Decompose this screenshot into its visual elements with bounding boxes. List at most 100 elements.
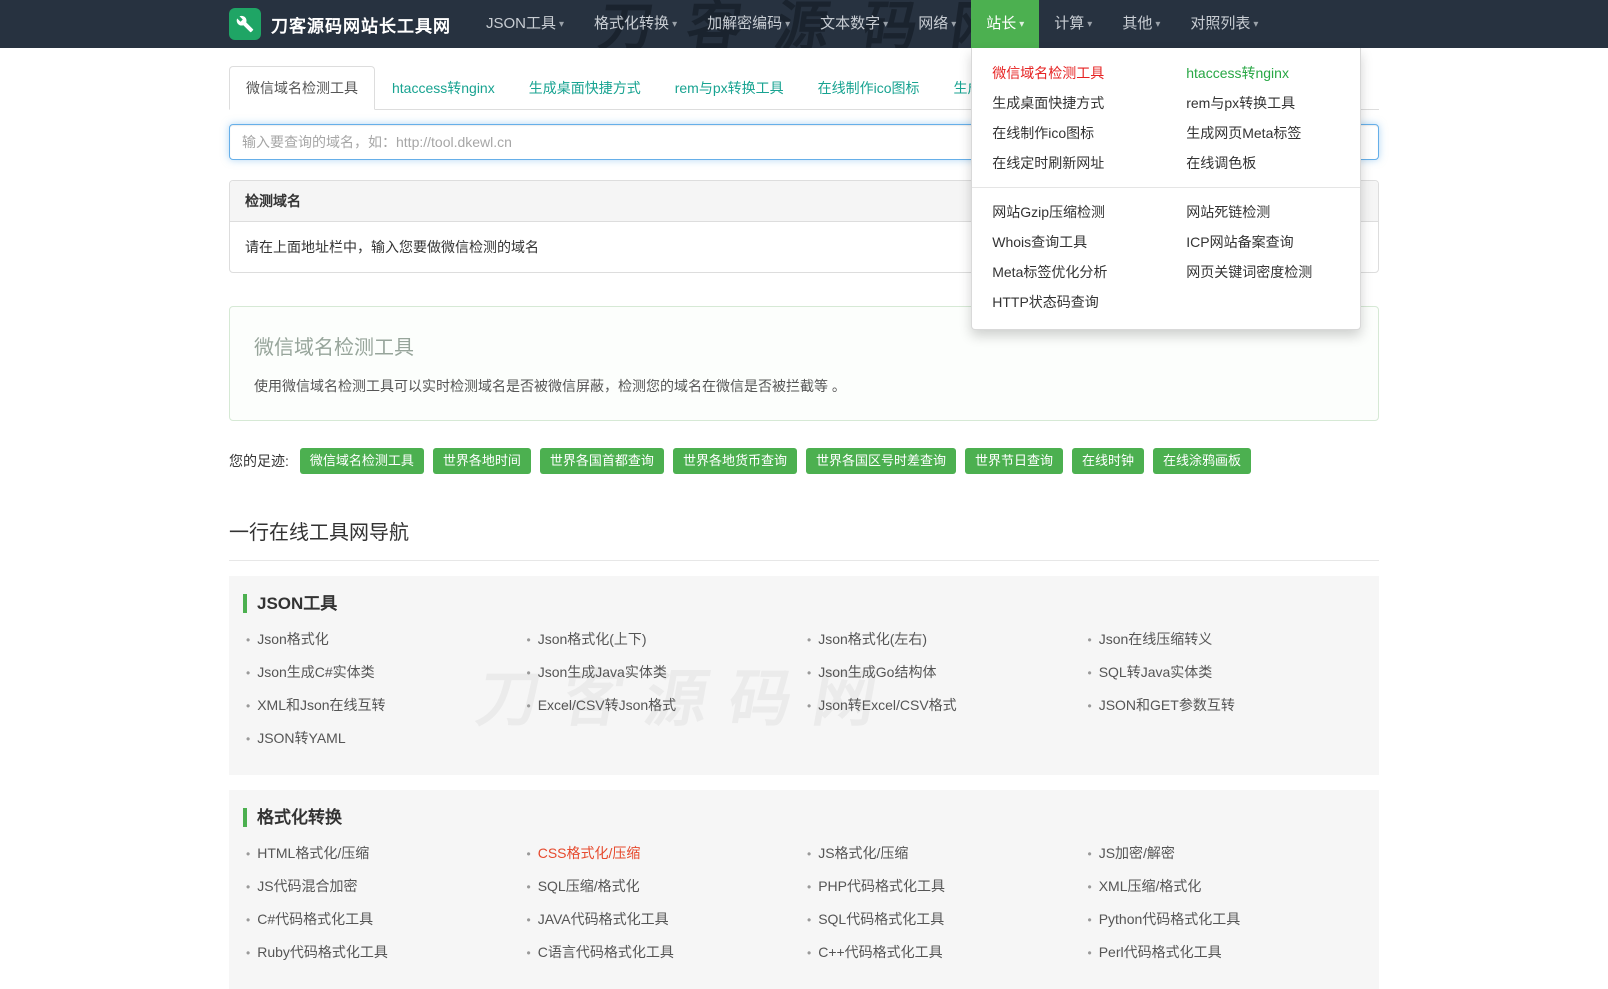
tool-link-Json格式化(左右)[interactable]: •Json格式化(左右) — [804, 623, 1085, 656]
nav-item-加解密编码[interactable]: 加解密编码▾ — [692, 0, 805, 48]
tool-link-C#代码格式化工具[interactable]: • C#代码格式化工具 — [243, 903, 524, 936]
tool-link-JAVA代码格式化工具[interactable]: •JAVA代码格式化工具 — [524, 903, 805, 936]
dropdown-item-网页关键词密度检测[interactable]: 网页关键词密度检测 — [1166, 257, 1360, 287]
section-title: 格式化转换 — [243, 808, 1365, 827]
dropdown-item-htaccess转nginx[interactable]: htaccess转nginx — [1166, 58, 1360, 88]
tool-link-label: Json在线压缩转义 — [1099, 631, 1213, 647]
tool-link-Json格式化(上下)[interactable]: •Json格式化(上下) — [524, 623, 805, 656]
tool-link-Json转Excel/CSV格式[interactable]: •Json转Excel/CSV格式 — [804, 689, 1085, 722]
nav-item-其他[interactable]: 其他▾ — [1107, 0, 1175, 48]
bullet-icon: • — [527, 946, 531, 960]
tool-link-PHP代码格式化工具[interactable]: • PHP代码格式化工具 — [804, 870, 1085, 903]
dropdown-item-在线制作ico图标[interactable]: 在线制作ico图标 — [972, 118, 1166, 148]
tool-link-Excel/CSV转Json格式[interactable]: •Excel/CSV转Json格式 — [524, 689, 805, 722]
tool-link-CSS格式化/压缩[interactable]: •CSS格式化/压缩 — [524, 837, 805, 870]
nav-item-站长[interactable]: 站长▾微信域名检测工具htaccess转nginx生成桌面快捷方式rem与px转… — [971, 0, 1039, 48]
dropdown-item-在线定时刷新网址[interactable]: 在线定时刷新网址 — [972, 148, 1166, 178]
tool-link-Json格式化[interactable]: •Json格式化 — [243, 623, 524, 656]
bullet-icon: • — [1088, 880, 1092, 894]
tool-link-label: PHP代码格式化工具 — [818, 878, 945, 894]
tool-link-C语言代码格式化工具[interactable]: • C语言代码格式化工具 — [524, 936, 805, 969]
bullet-icon: • — [527, 666, 531, 680]
tool-link-label: Json生成C#实体类 — [257, 664, 374, 680]
tab-生成桌面快捷方式[interactable]: 生成桌面快捷方式 — [512, 66, 658, 110]
footprint-button-在线涂鸦画板[interactable]: 在线涂鸦画板 — [1153, 448, 1251, 474]
tool-link-XML和Json在线互转[interactable]: •XML和Json在线互转 — [243, 689, 524, 722]
tool-link-JSON和GET参数互转[interactable]: •JSON和GET参数互转 — [1085, 689, 1366, 722]
tool-link-label: Json格式化(上下) — [538, 631, 647, 647]
tool-link-HTML格式化/压缩[interactable]: •HTML格式化/压缩 — [243, 837, 524, 870]
bullet-icon: • — [246, 913, 250, 927]
tool-link-Perl代码格式化工具[interactable]: •Perl代码格式化工具 — [1085, 936, 1366, 969]
nav-item-对照列表[interactable]: 对照列表▾ — [1175, 0, 1273, 48]
tool-link-SQL转Java实体类[interactable]: •SQL转Java实体类 — [1085, 656, 1366, 689]
dropdown-item-ICP网站备案查询[interactable]: ICP网站备案查询 — [1166, 227, 1360, 257]
tool-link-Ruby代码格式化工具[interactable]: •Ruby代码格式化工具 — [243, 936, 524, 969]
tool-link-Json在线压缩转义[interactable]: • Json在线压缩转义 — [1085, 623, 1366, 656]
nav-item-网络[interactable]: 网络▾ — [903, 0, 971, 48]
dropdown-item-网站Gzip压缩检测[interactable]: 网站Gzip压缩检测 — [972, 197, 1166, 227]
caret-down-icon: ▾ — [559, 19, 564, 30]
section-title: JSON工具 — [243, 594, 1365, 613]
caret-down-icon: ▾ — [1019, 19, 1024, 30]
tool-link-C++代码格式化工具[interactable]: •C++代码格式化工具 — [804, 936, 1085, 969]
bullet-icon: • — [527, 699, 531, 713]
tool-link-Json生成Java实体类[interactable]: •Json生成Java实体类 — [524, 656, 805, 689]
dropdown-group: 微信域名检测工具htaccess转nginx生成桌面快捷方式rem与px转换工具… — [972, 58, 1360, 178]
tool-link-SQL代码格式化工具[interactable]: •SQL代码格式化工具 — [804, 903, 1085, 936]
tool-grid: •HTML格式化/压缩•CSS格式化/压缩•JS格式化/压缩•JS加密/解密•J… — [243, 837, 1365, 969]
dropdown-item-生成网页Meta标签[interactable]: 生成网页Meta标签 — [1166, 118, 1360, 148]
tool-link-label: Python代码格式化工具 — [1099, 911, 1241, 927]
footprint-button-世界各地时间[interactable]: 世界各地时间 — [433, 448, 531, 474]
tool-link-JS加密/解密[interactable]: •JS加密/解密 — [1085, 837, 1366, 870]
bullet-icon: • — [807, 633, 811, 647]
tool-link-SQL压缩/格式化[interactable]: •SQL压缩/格式化 — [524, 870, 805, 903]
tool-link-Json生成Go结构体[interactable]: •Json生成Go结构体 — [804, 656, 1085, 689]
bullet-icon: • — [246, 732, 250, 746]
dropdown-item-Whois查询工具[interactable]: Whois查询工具 — [972, 227, 1166, 257]
tab-htaccess转nginx[interactable]: htaccess转nginx — [375, 66, 512, 110]
caret-down-icon: ▾ — [672, 19, 677, 30]
tool-intro-title: 微信域名检测工具 — [254, 331, 1354, 360]
tool-link-label: Ruby代码格式化工具 — [257, 944, 388, 960]
tab-在线制作ico图标[interactable]: 在线制作ico图标 — [801, 66, 937, 110]
webmaster-dropdown-menu: 微信域名检测工具htaccess转nginx生成桌面快捷方式rem与px转换工具… — [971, 48, 1361, 330]
tab-rem与px转换工具[interactable]: rem与px转换工具 — [658, 66, 801, 110]
bullet-icon: • — [1088, 847, 1092, 861]
tool-link-label: C#代码格式化工具 — [257, 911, 373, 927]
brand[interactable]: 刀客源码网站长工具网 — [229, 0, 471, 48]
footprint-button-微信域名检测工具[interactable]: 微信域名检测工具 — [300, 448, 424, 474]
nav-item-格式化转换[interactable]: 格式化转换▾ — [579, 0, 692, 48]
tool-link-label: C语言代码格式化工具 — [538, 944, 674, 960]
bullet-icon: • — [1088, 633, 1092, 647]
nav-item-计算[interactable]: 计算▾ — [1039, 0, 1107, 48]
bullet-icon: • — [807, 880, 811, 894]
dropdown-item-在线调色板[interactable]: 在线调色板 — [1166, 148, 1360, 178]
dropdown-item-HTTP状态码查询[interactable]: HTTP状态码查询 — [972, 287, 1166, 317]
nav-item-label: JSON工具 — [486, 15, 556, 32]
footprint-button-世界节日查询[interactable]: 世界节日查询 — [965, 448, 1063, 474]
dropdown-item-Meta标签优化分析[interactable]: Meta标签优化分析 — [972, 257, 1166, 287]
dropdown-item-网站死链检测[interactable]: 网站死链检测 — [1166, 197, 1360, 227]
nav-item-JSON工具[interactable]: JSON工具▾ — [471, 0, 579, 48]
footprint-button-世界各国首都查询[interactable]: 世界各国首都查询 — [540, 448, 664, 474]
tab-微信域名检测工具[interactable]: 微信域名检测工具 — [229, 66, 375, 110]
footprint-button-世界各地货币查询[interactable]: 世界各地货币查询 — [673, 448, 797, 474]
dropdown-item-rem与px转换工具[interactable]: rem与px转换工具 — [1166, 88, 1360, 118]
tool-link-JS格式化/压缩[interactable]: •JS格式化/压缩 — [804, 837, 1085, 870]
footprint-button-在线时钟[interactable]: 在线时钟 — [1072, 448, 1144, 474]
dropdown-item-微信域名检测工具[interactable]: 微信域名检测工具 — [972, 58, 1166, 88]
dropdown-item-生成桌面快捷方式[interactable]: 生成桌面快捷方式 — [972, 88, 1166, 118]
nav-item-label: 格式化转换 — [594, 15, 669, 32]
tool-link-label: JS格式化/压缩 — [818, 845, 908, 861]
tool-section-JSON工具: 刀客源码网JSON工具•Json格式化•Json格式化(上下)•Json格式化(… — [229, 576, 1379, 775]
bullet-icon: • — [807, 666, 811, 680]
tool-link-JSON转YAML[interactable]: •JSON转YAML — [243, 722, 524, 755]
tool-link-Python代码格式化工具[interactable]: •Python代码格式化工具 — [1085, 903, 1366, 936]
footprint-button-世界各国区号时差查询[interactable]: 世界各国区号时差查询 — [806, 448, 956, 474]
tool-link-XML压缩/格式化[interactable]: •XML压缩/格式化 — [1085, 870, 1366, 903]
nav-item-文本数字[interactable]: 文本数字▾ — [805, 0, 903, 48]
tool-link-JS代码混合加密[interactable]: •JS代码混合加密 — [243, 870, 524, 903]
tool-link-Json生成C#实体类[interactable]: •Json生成C#实体类 — [243, 656, 524, 689]
bullet-icon: • — [1088, 699, 1092, 713]
